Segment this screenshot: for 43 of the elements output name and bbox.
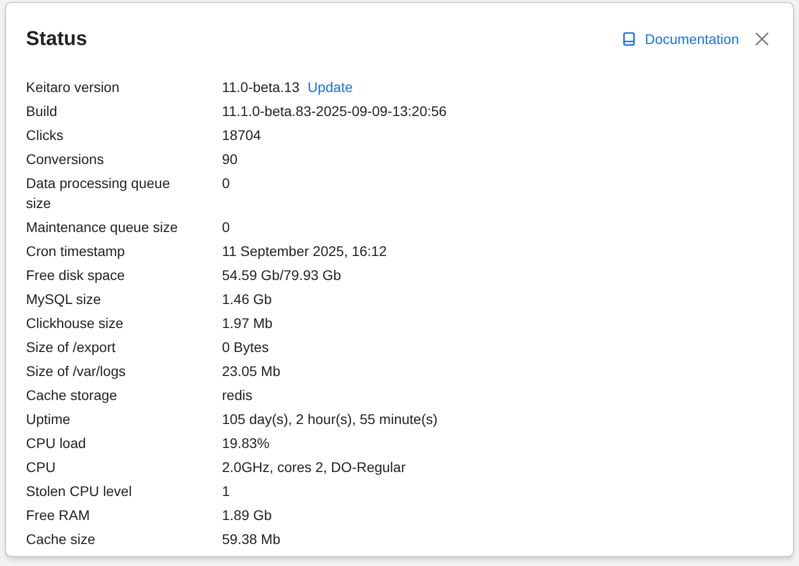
- field-label: Cache storage: [26, 386, 118, 405]
- field-value: 90: [222, 150, 238, 169]
- field-value: 19.83%: [222, 434, 270, 453]
- field-value: 59.38 Mb: [222, 530, 280, 549]
- field-label: Cache size: [26, 530, 96, 549]
- field-label: Build: [26, 102, 58, 121]
- field-value: 54.59 Gb/79.93 Gb: [222, 266, 342, 285]
- field-label: Maintenance queue size: [26, 218, 179, 237]
- field-label: Free disk space: [26, 266, 126, 285]
- field-label: Conversions: [26, 150, 105, 169]
- field-label: Uptime: [26, 410, 72, 429]
- close-icon: [755, 32, 769, 46]
- field-value: 23.05 Mb: [222, 362, 280, 381]
- field-label: Clickhouse size: [26, 314, 124, 333]
- documentation-link[interactable]: Documentation: [622, 28, 739, 50]
- field-label: Free RAM: [26, 506, 91, 525]
- field-value: 0: [222, 218, 230, 237]
- field-label: Size of /export: [26, 338, 116, 357]
- field-value: 1: [222, 482, 230, 501]
- field-value: 0: [222, 174, 230, 193]
- field-label: Size of /var/logs: [26, 362, 127, 381]
- field-value: 1.46 Gb: [222, 290, 272, 309]
- field-value: 11 September 2025, 16:12: [222, 242, 387, 261]
- field-value: 18704: [222, 126, 261, 145]
- field-label: Keitaro version: [26, 78, 120, 97]
- field-value: 11.0-beta.13: [222, 78, 300, 97]
- update-link[interactable]: Update: [308, 77, 353, 97]
- field-value: 2.0GHz, cores 2, DO-Regular: [222, 458, 406, 477]
- field-label: Cron timestamp: [26, 242, 126, 261]
- book-icon: [622, 32, 635, 46]
- field-value: 0 Bytes: [222, 338, 269, 357]
- field-label: Data processing queue size: [26, 174, 171, 213]
- field-value: 1.97 Mb: [222, 314, 273, 333]
- dialog-title: Status: [26, 27, 88, 52]
- field-label: MySQL size: [26, 290, 102, 309]
- field-value: 1.89 Gb: [222, 506, 272, 525]
- field-value: 105 day(s), 2 hour(s), 55 minute(s): [222, 410, 438, 429]
- field-value: 11.1.0-beta.83-2025-09-09-13:20:56: [222, 102, 447, 121]
- field-label: Stolen CPU level: [26, 482, 133, 501]
- field-label: CPU: [26, 458, 57, 477]
- field-label: CPU load: [26, 434, 87, 453]
- field-value: redis: [222, 386, 252, 405]
- field-label: Clicks: [26, 126, 64, 145]
